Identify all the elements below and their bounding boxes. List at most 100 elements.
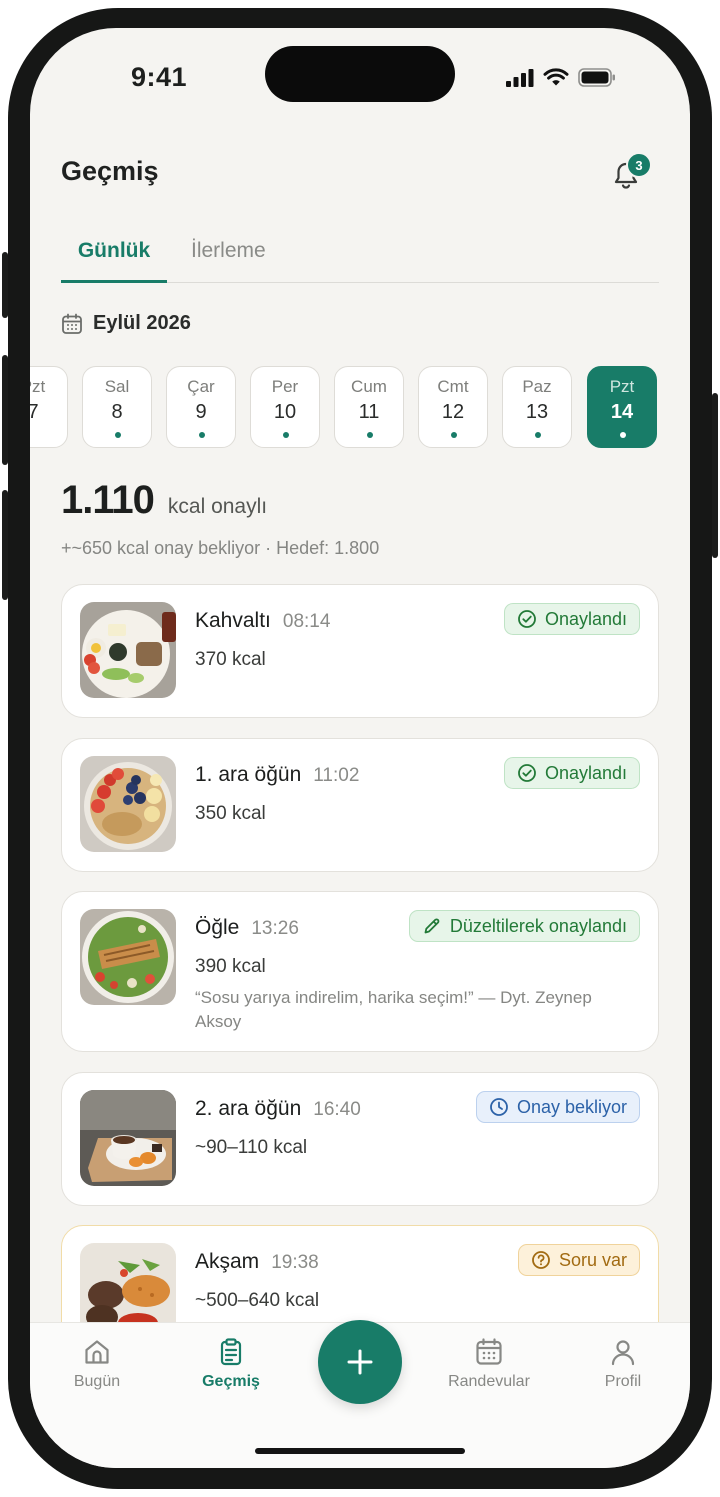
nav-profile[interactable]: Profil [563, 1337, 683, 1391]
meal-header: Öğle 13:26 [195, 916, 299, 940]
meal-name: Öğle [195, 916, 240, 939]
day-name: Paz [522, 377, 552, 396]
dynamic-island [265, 46, 455, 102]
pending-summary: +~650 kcal onay bekliyor · Hedef: 1.800 [61, 538, 380, 558]
day-pill[interactable]: Per 10 [250, 366, 320, 448]
volume-down-button [2, 490, 8, 600]
meal-header: Akşam 19:38 [195, 1250, 319, 1274]
signal-icon [506, 68, 534, 87]
nav-today[interactable]: Bugün [37, 1337, 157, 1391]
day-date: 10 [273, 401, 297, 423]
dietitian-note: “Sosu yarıya indirelim, harika seçim!” —… [195, 988, 592, 1031]
day-name: Cmt [437, 377, 469, 396]
tab-bar: Günlük İlerleme [61, 234, 659, 283]
clock-icon [490, 1098, 508, 1116]
meal-kcal: 390 kcal [195, 956, 266, 977]
day-pill[interactable]: Çar 9 [166, 366, 236, 448]
meal-time: 11:02 [313, 765, 360, 786]
status-label: Onaylandı [544, 762, 627, 783]
meal-name: Kahvaltı [195, 609, 271, 632]
meal-header: 1. ara öğün 11:02 [195, 763, 359, 787]
nav-label: Randevular [448, 1373, 530, 1390]
calendar-icon [62, 313, 82, 334]
day-name: Sal [104, 377, 130, 396]
tab-progress[interactable]: İlerleme [191, 234, 266, 280]
day-name: Pzt [609, 377, 635, 396]
day-dot [199, 432, 205, 438]
day-dot [367, 432, 373, 438]
clipboard-icon [220, 1338, 242, 1366]
day-dot [451, 432, 457, 438]
day-pill[interactable]: Cum 11 [334, 366, 404, 448]
status-badge: Düzeltilerek onaylandı [408, 910, 640, 942]
day-pill[interactable]: Paz 13 [502, 366, 572, 448]
status-badge: Onaylandı [503, 757, 640, 789]
day-date: 7 [30, 401, 39, 423]
meal-kcal: 350 kcal [195, 803, 266, 824]
question-circle-icon [532, 1251, 550, 1269]
day-date: 8 [111, 401, 123, 423]
day-date: 12 [441, 401, 465, 423]
meal-name: 2. ara öğün [195, 1097, 302, 1120]
meal-card[interactable]: 2. ara öğün 16:40 ~90–110 kcal Onay bekl… [61, 1072, 659, 1206]
meal-time: 13:26 [251, 918, 299, 939]
meal-card[interactable]: Kahvaltı 08:14 370 kcal Onaylandı [61, 584, 659, 718]
status-label: Soru var [558, 1249, 627, 1270]
meal-card[interactable]: Öğle 13:26 390 kcal “Sosu yarıya indirel… [61, 891, 659, 1052]
meal-kcal: 370 kcal [195, 649, 266, 670]
app-screen: 9:41 Geçmiş 3 Günlük İlerleme Eylül 2026… [30, 28, 690, 1468]
notification-badge: 3 [626, 152, 652, 178]
status-badge: Onaylandı [503, 603, 640, 635]
day-date: 11 [358, 401, 380, 423]
day-pill[interactable]: Cmt 12 [418, 366, 488, 448]
day-date: 14 [610, 401, 634, 423]
battery-icon [578, 68, 615, 87]
wifi-icon [543, 68, 569, 86]
volume-up-button [2, 355, 8, 465]
add-meal-button[interactable] [318, 1320, 402, 1404]
day-name: Per [271, 377, 299, 396]
meal-photo [80, 756, 176, 852]
tab-daily[interactable]: Günlük [61, 234, 167, 283]
approved-unit: kcal onaylı [167, 495, 268, 518]
meal-name: 1. ara öğün [195, 763, 302, 786]
nav-label: Bugün [73, 1373, 121, 1390]
day-pill[interactable]: Pzt 7 [30, 366, 68, 448]
status-label: Onaylandı [544, 608, 627, 629]
meal-kcal: ~90–110 kcal [195, 1137, 308, 1158]
meal-time: 08:14 [282, 611, 331, 632]
day-pill[interactable]: Sal 8 [82, 366, 152, 448]
day-date: 13 [525, 401, 549, 423]
day-pill-selected[interactable]: Pzt 14 [587, 366, 657, 448]
meal-time: 16:40 [313, 1099, 361, 1120]
status-time: 9:41 [130, 62, 188, 92]
home-icon [85, 1340, 109, 1364]
meal-name: Akşam [195, 1250, 260, 1273]
plus-icon [347, 1349, 373, 1375]
meal-card[interactable]: 1. ara öğün 11:02 350 kcal Onaylandı [61, 738, 659, 872]
month-selector[interactable]: Eylül 2026 [61, 312, 191, 335]
power-button [712, 393, 718, 558]
page-title: Geçmiş [61, 156, 159, 186]
nav-label: Geçmiş [202, 1373, 260, 1390]
day-dot [535, 432, 541, 438]
day-date: 9 [195, 401, 207, 423]
day-dot [620, 432, 626, 438]
nav-history[interactable]: Geçmiş [171, 1337, 291, 1391]
status-badge: Soru var [517, 1244, 640, 1276]
calendar-icon [476, 1338, 502, 1365]
status-label: Onay bekliyor [516, 1096, 627, 1117]
status-label: Düzeltilerek onaylandı [449, 915, 627, 936]
month-label: Eylül 2026 [93, 312, 191, 334]
action-button [2, 252, 8, 318]
check-circle-icon [518, 610, 536, 628]
meal-header: 2. ara öğün 16:40 [195, 1097, 361, 1121]
daily-total: 1.110 kcal onaylı [61, 478, 267, 523]
user-icon [611, 1340, 635, 1366]
status-icons [506, 68, 616, 87]
meal-photo [80, 1090, 176, 1186]
meal-kcal: ~500–640 kcal [195, 1290, 320, 1311]
status-badge: Onay bekliyor [475, 1091, 640, 1123]
day-strip: Pzt 7 Sal 8 Çar 9 Per 10 Cum 11 Cmt 12 Paz 13 P… [30, 366, 690, 452]
nav-appointments[interactable]: Randevular [429, 1337, 549, 1391]
